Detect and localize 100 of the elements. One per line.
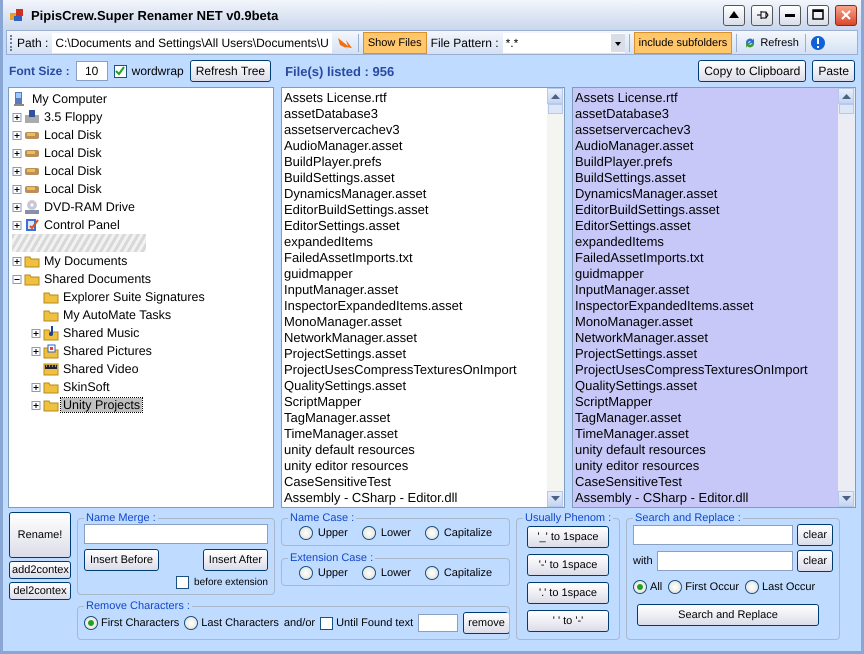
- tree-item[interactable]: DVD-RAM Drive: [42, 200, 137, 214]
- file-name[interactable]: Assembly - CSharp - Editor.dll: [284, 490, 547, 506]
- file-name[interactable]: QualitySettings.asset: [284, 378, 547, 394]
- radio-label: Last Occur: [762, 581, 816, 593]
- paste-button[interactable]: Paste: [812, 60, 855, 82]
- file-name[interactable]: Assembly - CSharp - Editor.dll: [575, 490, 838, 506]
- file-name[interactable]: EditorBuildSettings.asset: [575, 202, 838, 218]
- file-name[interactable]: InputManager.asset: [284, 282, 547, 298]
- insert-after-button[interactable]: Insert After: [202, 549, 268, 571]
- file-name[interactable]: FailedAssetImports.txt: [575, 250, 838, 266]
- font-size-field[interactable]: 10: [76, 61, 108, 81]
- file-name[interactable]: BuildSettings.asset: [284, 170, 547, 186]
- tree-item[interactable]: SkinSoft: [61, 380, 112, 394]
- file-name[interactable]: guidmapper: [575, 266, 838, 282]
- file-name[interactable]: EditorSettings.asset: [575, 218, 838, 234]
- file-name[interactable]: EditorBuildSettings.asset: [284, 202, 547, 218]
- tree-item[interactable]: Shared Music: [61, 326, 142, 340]
- file-name[interactable]: AudioManager.asset: [284, 138, 547, 154]
- file-name[interactable]: BuildSettings.asset: [575, 170, 838, 186]
- tree-item[interactable]: Local Disk: [42, 128, 104, 142]
- file-name[interactable]: CaseSensitiveTest: [575, 474, 838, 490]
- file-name[interactable]: ProjectSettings.asset: [575, 346, 838, 362]
- file-name[interactable]: unity default resources: [284, 442, 547, 458]
- file-name[interactable]: assetservercachev3: [284, 122, 547, 138]
- file-name[interactable]: ProjectUsesCompressTexturesOnImport: [284, 362, 547, 378]
- file-name[interactable]: EditorSettings.asset: [284, 218, 547, 234]
- file-name[interactable]: CaseSensitiveTest: [284, 474, 547, 490]
- file-name[interactable]: Assets License.rtf: [284, 90, 547, 106]
- file-pattern-combo[interactable]: *.*: [502, 32, 625, 52]
- file-name[interactable]: TagManager.asset: [575, 410, 838, 426]
- replace-button[interactable]: '.' to 1space: [527, 582, 609, 604]
- file-name[interactable]: ProjectSettings.asset: [284, 346, 547, 362]
- file-name[interactable]: expandedItems: [575, 234, 838, 250]
- radio-label: First Occur: [685, 581, 740, 593]
- file-name[interactable]: AudioManager.asset: [575, 138, 838, 154]
- show-files-button[interactable]: Show Files: [362, 32, 427, 54]
- group-title: Extension Case :: [289, 552, 374, 564]
- tree-item[interactable]: Shared Pictures: [61, 344, 154, 358]
- refresh-tree-button[interactable]: Refresh Tree: [190, 60, 272, 82]
- font-size-label: Font Size :: [9, 64, 70, 78]
- clear-button[interactable]: clear: [797, 524, 833, 546]
- file-name[interactable]: FailedAssetImports.txt: [284, 250, 547, 266]
- file-name[interactable]: assetDatabase3: [575, 106, 838, 122]
- group-title: Remove Characters :: [85, 601, 191, 612]
- file-name[interactable]: ScriptMapper: [284, 394, 547, 410]
- file-name[interactable]: assetservercachev3: [575, 122, 838, 138]
- tree-item[interactable]: Local Disk: [42, 182, 104, 196]
- file-pattern-label: File Pattern :: [430, 36, 499, 50]
- window-title: PipisCrew.Super Renamer NET v0.9beta: [31, 8, 280, 22]
- file-name[interactable]: TimeManager.asset: [575, 426, 838, 442]
- rename-button[interactable]: Rename!: [9, 512, 71, 558]
- replace-button[interactable]: ' ' to '-': [527, 610, 609, 632]
- file-name[interactable]: InputManager.asset: [575, 282, 838, 298]
- refresh-button[interactable]: Refresh: [741, 36, 801, 50]
- file-name[interactable]: unity editor resources: [575, 458, 838, 474]
- tree-item[interactable]: Local Disk: [42, 164, 104, 178]
- delete-context-button[interactable]: del2contex: [9, 582, 71, 600]
- file-name[interactable]: assetDatabase3: [284, 106, 547, 122]
- tree-item[interactable]: My Documents: [42, 254, 130, 268]
- file-name[interactable]: TagManager.asset: [284, 410, 547, 426]
- file-name[interactable]: guidmapper: [284, 266, 547, 282]
- tree-item[interactable]: My Computer: [30, 92, 110, 106]
- file-name[interactable]: InspectorExpandedItems.asset: [575, 298, 838, 314]
- file-name[interactable]: DynamicsManager.asset: [575, 186, 838, 202]
- insert-before-button[interactable]: Insert Before: [84, 549, 159, 571]
- tree-item[interactable]: Shared Video: [61, 362, 141, 376]
- tree-item[interactable]: Control Panel: [42, 218, 122, 232]
- file-name[interactable]: MonoManager.asset: [575, 314, 838, 330]
- clear-button[interactable]: clear: [797, 550, 833, 572]
- file-name[interactable]: expandedItems: [284, 234, 547, 250]
- file-name[interactable]: BuildPlayer.prefs: [284, 154, 547, 170]
- file-name[interactable]: TimeManager.asset: [284, 426, 547, 442]
- path-field[interactable]: C:\Documents and Settings\All Users\Documents\U: [52, 32, 332, 52]
- file-name[interactable]: DynamicsManager.asset: [284, 186, 547, 202]
- path-label: Path :: [17, 36, 48, 50]
- tree-item[interactable]: Shared Documents: [42, 272, 154, 286]
- file-name[interactable]: InspectorExpandedItems.asset: [284, 298, 547, 314]
- file-name[interactable]: ScriptMapper: [575, 394, 838, 410]
- add-context-button[interactable]: add2contex: [9, 561, 71, 579]
- copy-button[interactable]: Copy to Clipboard: [698, 60, 806, 82]
- file-name[interactable]: BuildPlayer.prefs: [575, 154, 838, 170]
- file-name[interactable]: Assets License.rtf: [575, 90, 838, 106]
- tree-item[interactable]: 3.5 Floppy: [42, 110, 104, 124]
- tree-item[interactable]: Unity Projects: [61, 398, 142, 412]
- include-subfolders-button[interactable]: include subfolders: [634, 32, 732, 54]
- search-replace-button[interactable]: Search and Replace: [637, 604, 819, 626]
- file-name[interactable]: NetworkManager.asset: [575, 330, 838, 346]
- replace-button[interactable]: '-' to 1space: [527, 554, 609, 576]
- file-name[interactable]: unity default resources: [575, 442, 838, 458]
- remove-button[interactable]: remove: [463, 612, 509, 634]
- file-name[interactable]: MonoManager.asset: [284, 314, 547, 330]
- group-title: Name Merge :: [85, 512, 157, 524]
- file-name[interactable]: unity editor resources: [284, 458, 547, 474]
- tree-item[interactable]: Explorer Suite Signatures: [61, 290, 207, 304]
- file-name[interactable]: ProjectUsesCompressTexturesOnImport: [575, 362, 838, 378]
- tree-item[interactable]: My AutoMate Tasks: [61, 308, 174, 322]
- replace-button[interactable]: '_' to 1space: [527, 526, 609, 548]
- tree-item[interactable]: Local Disk: [42, 146, 104, 160]
- file-name[interactable]: NetworkManager.asset: [284, 330, 547, 346]
- file-name[interactable]: QualitySettings.asset: [575, 378, 838, 394]
